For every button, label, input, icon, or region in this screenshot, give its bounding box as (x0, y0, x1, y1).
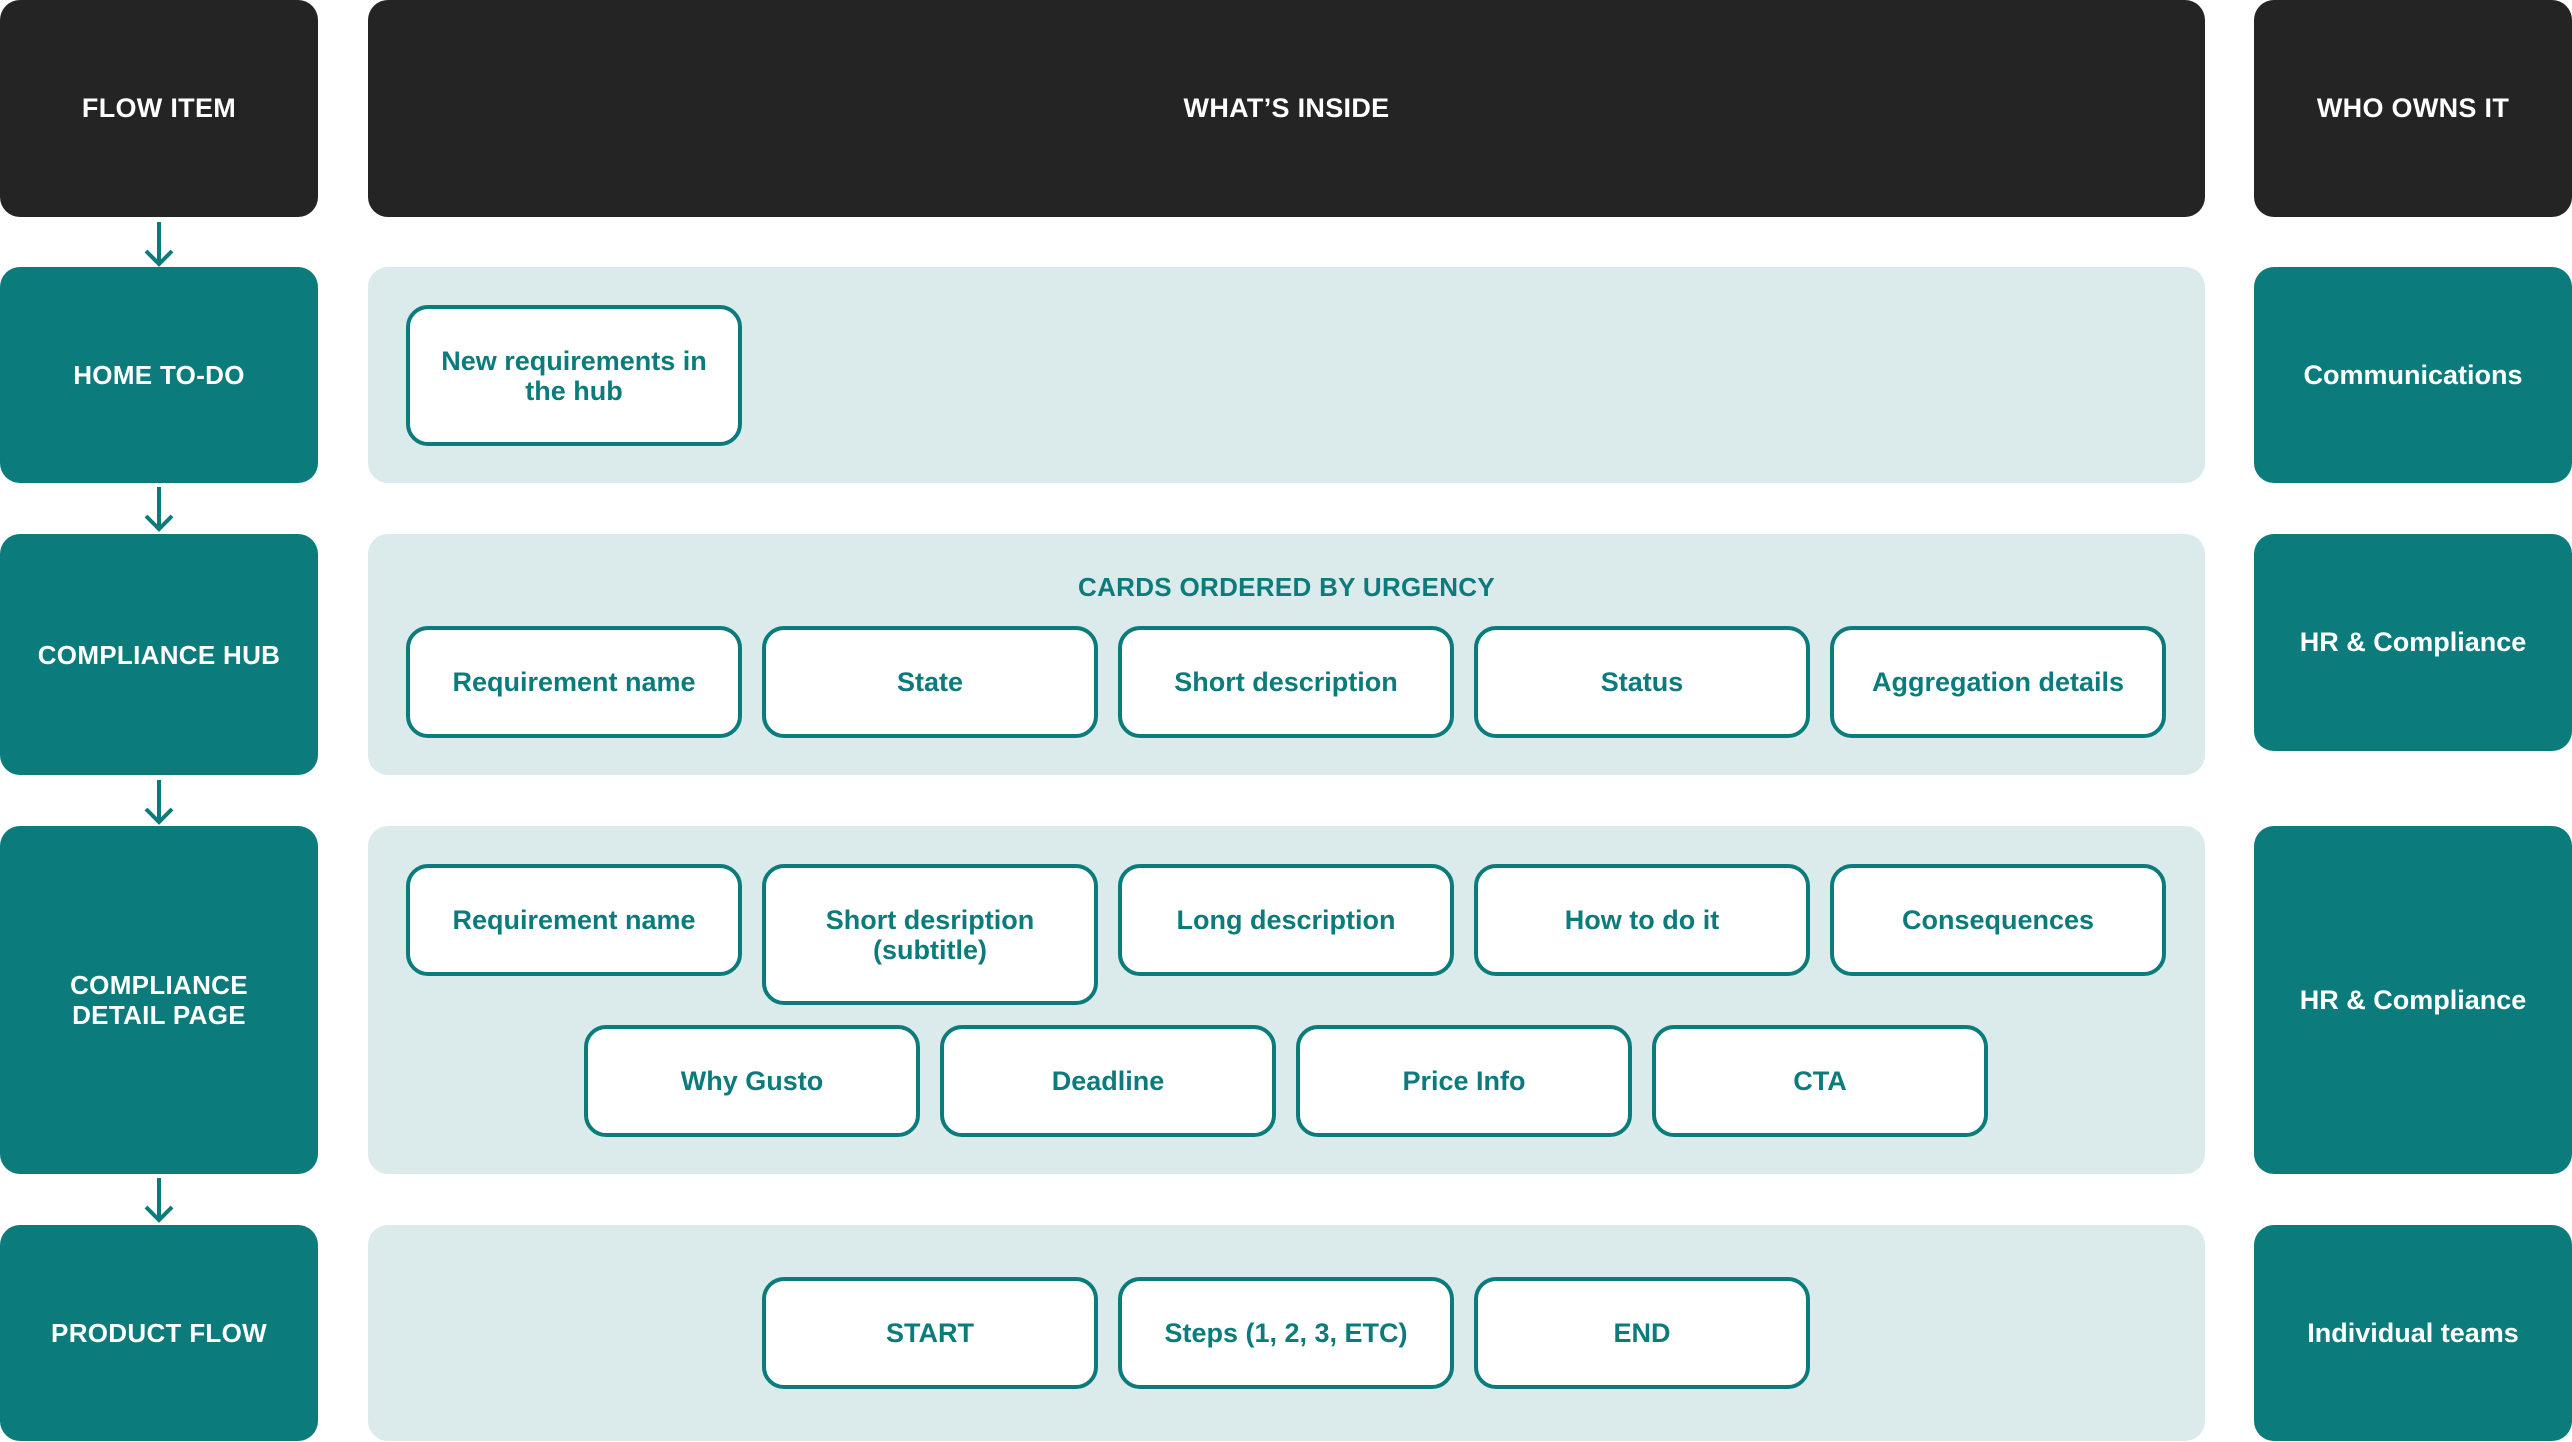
arrow-down-icon (144, 487, 174, 532)
content-card: Steps (1, 2, 3, ETC) (1118, 1277, 1454, 1389)
arrow-down-icon (144, 222, 174, 267)
content-card: Consequences (1830, 864, 2166, 976)
owner-product-flow: Individual teams (2254, 1225, 2572, 1441)
content-card: END (1474, 1277, 1810, 1389)
owner-compliance-hub: HR & Compliance (2254, 534, 2572, 751)
flow-item-header: FLOW ITEM (0, 0, 318, 217)
owner-home-todo: Communications (2254, 267, 2572, 483)
section-label: CARDS ORDERED BY URGENCY (1078, 572, 1495, 602)
content-card: Why Gusto (584, 1025, 920, 1137)
contents-panel-home-todo: New requirements in the hub (368, 267, 2205, 483)
contents-panel-compliance-hub: CARDS ORDERED BY URGENCY Requirement nam… (368, 534, 2205, 775)
content-card: Status (1474, 626, 1810, 738)
arrow-down-icon (144, 1178, 174, 1223)
content-card: Requirement name (406, 864, 742, 976)
content-card: How to do it (1474, 864, 1810, 976)
content-card: Short desription (subtitle) (762, 864, 1098, 1005)
flow-item-home-todo: HOME TO-DO (0, 267, 318, 483)
content-card: Price Info (1296, 1025, 1632, 1137)
contents-panel-compliance-detail: Requirement name Short desription (subti… (368, 826, 2205, 1174)
content-card: Long description (1118, 864, 1454, 976)
who-owns-it-header: WHO OWNS IT (2254, 0, 2572, 217)
content-card: CTA (1652, 1025, 1988, 1137)
content-card: State (762, 626, 1098, 738)
content-card: Requirement name (406, 626, 742, 738)
content-card: New requirements in the hub (406, 305, 742, 446)
content-card: Deadline (940, 1025, 1276, 1137)
content-card: Short description (1118, 626, 1454, 738)
content-card: START (762, 1277, 1098, 1389)
arrow-down-icon (144, 780, 174, 825)
flow-item-compliance-detail-page: COMPLIANCE DETAIL PAGE (0, 826, 318, 1174)
flow-item-compliance-hub: COMPLIANCE HUB (0, 534, 318, 775)
flow-item-product-flow: PRODUCT FLOW (0, 1225, 318, 1441)
whats-inside-header: WHAT’S INSIDE (368, 0, 2205, 217)
contents-panel-product-flow: START Steps (1, 2, 3, ETC) END (368, 1225, 2205, 1441)
owner-compliance-detail-page: HR & Compliance (2254, 826, 2572, 1174)
content-card: Aggregation details (1830, 626, 2166, 738)
